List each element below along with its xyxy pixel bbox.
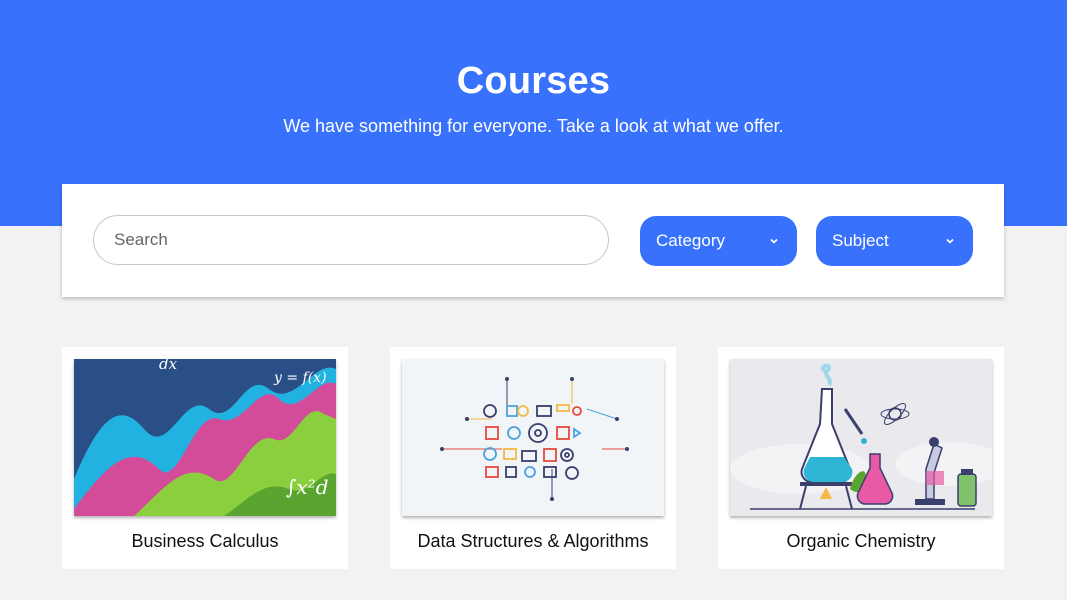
filter-panel: Category Subject xyxy=(62,184,1004,297)
course-title: Organic Chemistry xyxy=(786,531,936,551)
page-subtitle: We have something for everyone. Take a l… xyxy=(283,116,784,136)
category-dropdown-label: Category xyxy=(656,231,725,250)
course-card-business-calculus[interactable]: dx y = f(x) ∫x²d Business Calculus xyxy=(62,347,348,569)
chevron-down-icon xyxy=(770,238,778,244)
course-card-data-structures[interactable]: Data Structures & Algorithms xyxy=(390,347,676,569)
data-network-icons-illustration xyxy=(402,359,664,516)
course-title: Business Calculus xyxy=(131,531,279,551)
search-wrapper xyxy=(93,215,609,265)
search-input[interactable] xyxy=(93,215,609,265)
course-title: Data Structures & Algorithms xyxy=(417,531,649,551)
category-dropdown[interactable]: Category xyxy=(640,216,797,266)
chemistry-lab-illustration xyxy=(730,359,992,516)
page-title: Courses xyxy=(456,60,611,102)
svg-text:∫x²d: ∫x²d xyxy=(286,475,329,499)
svg-text:dx: dx xyxy=(159,359,178,373)
subject-dropdown[interactable]: Subject xyxy=(816,216,973,266)
calculus-graph-illustration: dx y = f(x) ∫x²d xyxy=(74,359,336,516)
svg-text:y = f(x): y = f(x) xyxy=(273,370,327,386)
chevron-down-icon xyxy=(946,238,954,244)
course-card-organic-chemistry[interactable]: Organic Chemistry xyxy=(718,347,1004,569)
subject-dropdown-label: Subject xyxy=(832,231,889,250)
